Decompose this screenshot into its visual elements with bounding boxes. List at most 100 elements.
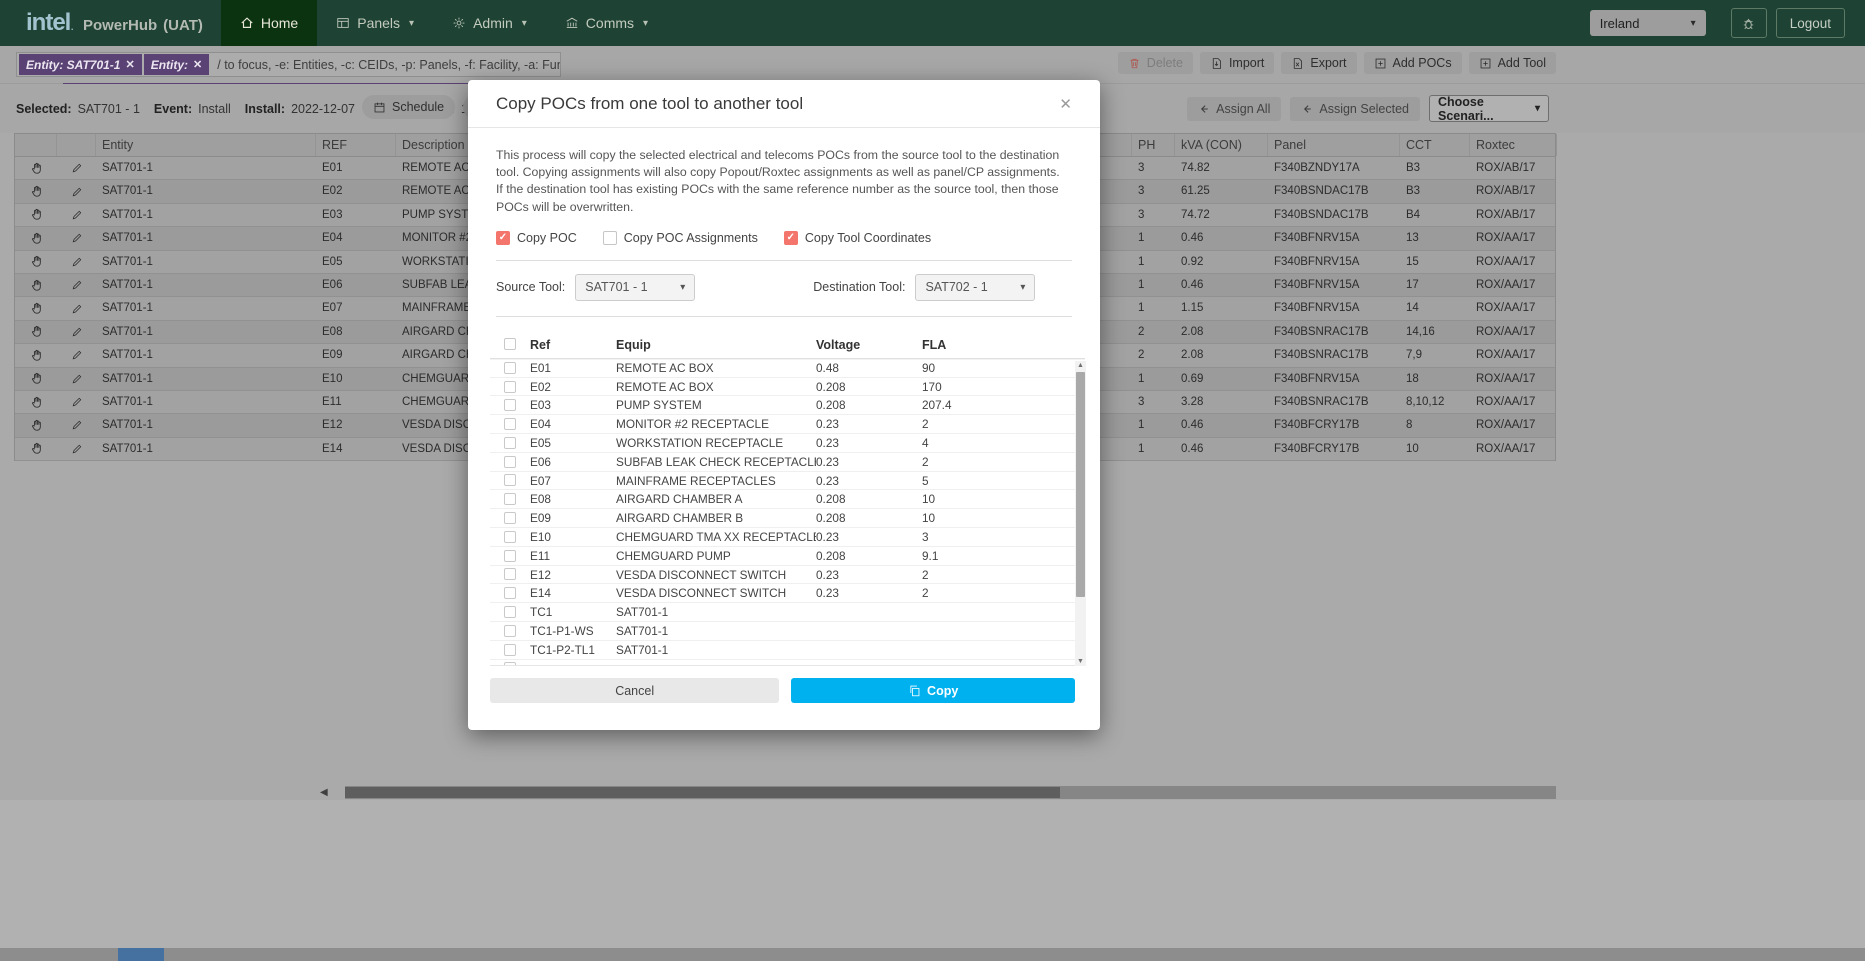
nav-item-home[interactable]: Home xyxy=(221,0,317,46)
scroll-up-icon[interactable]: ▲ xyxy=(1075,362,1086,369)
drag-handle-icon[interactable] xyxy=(15,274,57,296)
edit-icon[interactable] xyxy=(57,321,96,343)
edit-icon[interactable] xyxy=(57,391,96,413)
edit-icon[interactable] xyxy=(57,157,96,179)
search-input[interactable]: Entity: SAT701-1 ✕ Entity: ✕ / to focus,… xyxy=(16,52,561,77)
assign-selected-button[interactable]: Assign Selected xyxy=(1290,97,1420,121)
nav-item-admin[interactable]: Admin ▾ xyxy=(433,0,546,46)
cell-voltage: 0.208 xyxy=(816,396,922,414)
checkbox-copy-poc-assignments[interactable]: Copy POC Assignments xyxy=(603,231,758,245)
cell-ref: E07 xyxy=(530,472,616,490)
checkbox-checked-icon[interactable]: ✓ xyxy=(784,231,798,245)
add-pocs-button[interactable]: Add POCs xyxy=(1364,52,1462,74)
cell-voltage: 0.23 xyxy=(816,528,922,546)
row-checkbox[interactable] xyxy=(490,566,530,584)
edit-icon[interactable] xyxy=(57,251,96,273)
cell-voltage: 0.23 xyxy=(816,472,922,490)
checkbox-copy-poc[interactable]: ✓Copy POC xyxy=(496,231,577,245)
edit-icon[interactable] xyxy=(57,368,96,390)
checkbox-unchecked-icon[interactable] xyxy=(603,231,617,245)
row-checkbox[interactable] xyxy=(490,453,530,471)
filter-chip-entity-empty[interactable]: Entity: ✕ xyxy=(144,54,210,75)
vertical-scrollbar-thumb[interactable] xyxy=(1076,372,1085,597)
row-checkbox[interactable] xyxy=(490,490,530,508)
edit-icon[interactable] xyxy=(57,344,96,366)
row-checkbox[interactable] xyxy=(490,622,530,640)
cell-fla: 170 xyxy=(922,378,1074,396)
edit-icon[interactable] xyxy=(57,180,96,202)
cell-equip: SUBFAB LEAK CHECK RECEPTACLE xyxy=(616,453,816,471)
filter-chip-entity[interactable]: Entity: SAT701-1 ✕ xyxy=(19,54,142,75)
row-checkbox[interactable] xyxy=(490,472,530,490)
header-kva: kVA (CON) xyxy=(1175,134,1268,156)
drag-handle-icon[interactable] xyxy=(15,368,57,390)
edit-icon[interactable] xyxy=(57,297,96,319)
remove-filter-icon[interactable]: ✕ xyxy=(125,58,134,71)
cancel-button[interactable]: Cancel xyxy=(490,678,779,703)
row-checkbox[interactable] xyxy=(490,528,530,546)
delete-button[interactable]: Delete xyxy=(1118,52,1193,74)
drag-handle-icon[interactable] xyxy=(15,297,57,319)
building-icon xyxy=(565,16,579,30)
close-icon[interactable]: ✕ xyxy=(1059,95,1072,113)
row-checkbox[interactable] xyxy=(490,584,530,602)
drag-handle-icon[interactable] xyxy=(15,227,57,249)
cell-cct: 8 xyxy=(1400,414,1470,436)
row-checkbox[interactable] xyxy=(490,509,530,527)
select-all-checkbox[interactable] xyxy=(490,331,530,358)
drag-handle-icon[interactable] xyxy=(15,391,57,413)
edit-icon[interactable] xyxy=(57,414,96,436)
nav-item-panels[interactable]: Panels ▾ xyxy=(317,0,433,46)
logout-button[interactable]: Logout xyxy=(1776,8,1845,38)
edit-icon[interactable] xyxy=(57,438,96,460)
cell-ph: 2 xyxy=(1132,321,1175,343)
edit-icon[interactable] xyxy=(57,227,96,249)
navbar-right: Ireland ▾ Logout xyxy=(1590,8,1865,38)
drag-handle-icon[interactable] xyxy=(15,414,57,436)
cell-entity: SAT701-1 xyxy=(96,438,316,460)
region-select[interactable]: Ireland ▾ xyxy=(1590,10,1706,36)
row-checkbox[interactable] xyxy=(490,396,530,414)
scroll-down-icon[interactable]: ▼ xyxy=(1075,658,1086,665)
row-checkbox[interactable] xyxy=(490,641,530,659)
export-button[interactable]: Export xyxy=(1281,52,1356,74)
region-select-value: Ireland xyxy=(1600,16,1640,31)
drag-handle-icon[interactable] xyxy=(15,344,57,366)
page-lower-area xyxy=(0,800,1865,948)
vertical-scrollbar[interactable]: ▲ ▼ xyxy=(1075,361,1086,666)
nav-item-comms[interactable]: Comms ▾ xyxy=(546,0,667,46)
row-checkbox[interactable] xyxy=(490,415,530,433)
drag-handle-icon[interactable] xyxy=(15,180,57,202)
checkbox-checked-icon[interactable]: ✓ xyxy=(496,231,510,245)
row-checkbox[interactable] xyxy=(490,547,530,565)
cell-roxtec: ROX/AA/17 xyxy=(1470,391,1557,413)
checkbox-copy-tool-coordinates[interactable]: ✓Copy Tool Coordinates xyxy=(784,231,931,245)
source-tool-select[interactable]: SAT701 - 1 ▾ xyxy=(575,274,695,301)
drag-handle-icon[interactable] xyxy=(15,157,57,179)
horizontal-scrollbar-thumb[interactable] xyxy=(345,787,1060,798)
row-checkbox[interactable] xyxy=(490,603,530,621)
import-button[interactable]: Import xyxy=(1200,52,1274,74)
add-tool-button[interactable]: Add Tool xyxy=(1469,52,1556,74)
scenario-select[interactable]: Choose Scenari... ▾ xyxy=(1429,95,1549,122)
copy-button[interactable]: Copy xyxy=(791,678,1075,703)
bug-report-button[interactable] xyxy=(1731,8,1767,38)
row-checkbox[interactable] xyxy=(490,359,530,377)
panels-icon xyxy=(336,16,350,30)
row-checkbox[interactable] xyxy=(490,434,530,452)
remove-filter-icon[interactable]: ✕ xyxy=(193,58,202,71)
assign-all-button[interactable]: Assign All xyxy=(1187,97,1281,121)
schedule-button[interactable]: Schedule xyxy=(362,95,455,119)
edit-icon[interactable] xyxy=(57,204,96,226)
edit-icon[interactable] xyxy=(57,274,96,296)
drag-handle-icon[interactable] xyxy=(15,321,57,343)
drag-handle-icon[interactable] xyxy=(15,438,57,460)
row-checkbox[interactable] xyxy=(490,378,530,396)
horizontal-scrollbar[interactable] xyxy=(345,786,1556,799)
drag-handle-icon[interactable] xyxy=(15,251,57,273)
row-checkbox[interactable] xyxy=(490,660,530,666)
destination-tool-select[interactable]: SAT702 - 1 ▾ xyxy=(915,274,1035,301)
header-roxtec: Roxtec xyxy=(1470,134,1557,156)
drag-handle-icon[interactable] xyxy=(15,204,57,226)
scroll-left-icon[interactable]: ◀ xyxy=(320,787,328,798)
